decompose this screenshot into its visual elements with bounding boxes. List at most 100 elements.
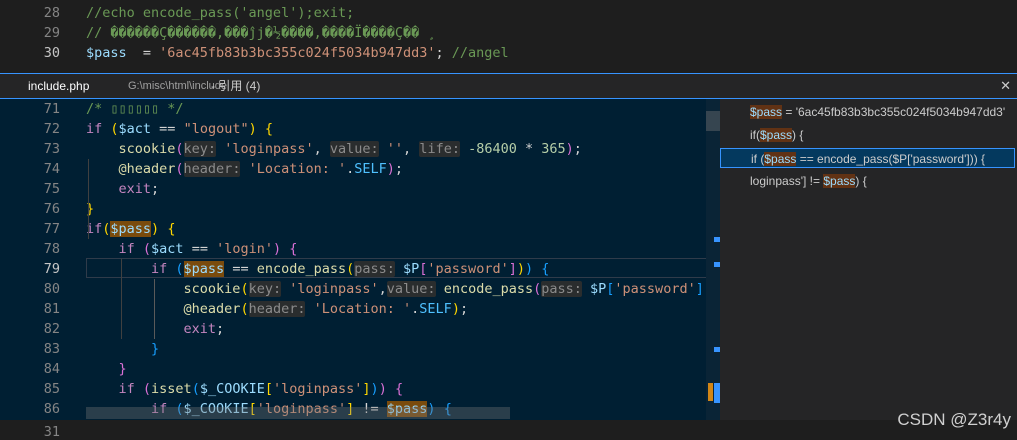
code-line[interactable]: if($pass) { [86,219,175,239]
code-token: } [86,361,127,377]
code-token: $act [118,121,152,137]
code-line[interactable]: @header(header: 'Location: '.SELF); [86,159,403,179]
code-token: , [313,141,330,157]
code-line[interactable]: // ������Ç������,���ĵj�½����,����Ï����Ç�… [86,23,436,43]
code-line[interactable]: //echo encode_pass('angel');exit; [86,3,354,23]
line-number: 74 [43,161,60,177]
code-token: value: [386,281,436,297]
code-token: isset [151,381,192,397]
code-token: , [403,141,420,157]
code-token: scookie [86,141,176,157]
code-token: //echo encode_pass('angel');exit; [86,5,355,21]
current-line-highlight [86,258,720,278]
line-number: 80 [43,281,60,297]
code-token: if [86,241,135,257]
code-line[interactable]: if ($act == 'login') { [86,239,298,259]
reference-text: loginpass'] != [750,174,824,188]
code-token: @header [86,161,176,177]
code-line[interactable]: @header(header: 'Location: '.SELF); [86,299,468,319]
editor-bottom[interactable]: 31 [0,420,1017,440]
code-token: ] [362,381,371,397]
code-token: { [281,241,298,257]
reference-item[interactable]: if($pass) { [720,125,1015,145]
peek-editor[interactable]: 71/* ▯▯▯▯▯▯ */72 if ($act == "logout") {7… [0,99,720,420]
code-token: value: [329,141,379,157]
line-number: 86 [43,401,60,417]
reference-item[interactable]: $pass = '6ac45fb83b3bc355c024f5034b947dd… [720,102,1015,122]
code-token: encode_pass [435,281,534,297]
code-token: { [256,121,273,137]
code-token: ( [240,301,249,317]
reference-match: $pass [764,152,797,166]
code-line[interactable]: exit; [86,179,160,199]
code-line[interactable]: if (isset($_COOKIE['loginpass'])) { [86,379,404,399]
close-icon[interactable]: ✕ [1000,74,1011,98]
line-number: 79 [43,261,60,277]
line-number: 29 [43,25,60,41]
search-match: $pass [110,221,152,237]
code-token: 'login' [216,241,273,257]
reference-text: = '6ac45fb83b3bc355c024f5034b947dd3' [782,105,1006,119]
code-token: life: [419,141,460,157]
peek-header: include.php G:\misc\html\include - 引用 (4… [0,74,1017,99]
code-token: ; [216,321,225,337]
code-token: ) [565,141,574,157]
line-number: 85 [43,381,60,397]
code-token: if [86,381,135,397]
code-line[interactable]: /* ▯▯▯▯▯▯ */ [86,99,184,119]
code-token: exit [86,321,217,337]
code-line[interactable]: if ($act == "logout") { [86,119,273,139]
horizontal-scrollbar[interactable] [86,407,510,419]
vertical-scrollbar[interactable] [706,99,720,420]
line-number: 71 [43,101,60,117]
line-number: 83 [43,341,60,357]
reference-match: $pass [750,105,783,119]
peek-references-list[interactable]: $pass = '6ac45fb83b3bc355c024f5034b947dd… [720,99,1017,420]
ruler-marker-match [708,383,713,401]
line-number: 78 [43,241,60,257]
line-number: 77 [43,221,60,237]
reference-text: ) { [855,174,867,188]
code-token: $pass [86,45,127,61]
line-number: 76 [43,201,60,217]
code-line[interactable]: exit; [86,319,225,339]
code-token: ] [695,281,704,297]
code-token: { [159,221,176,237]
reference-item[interactable]: loginpass'] != $pass) { [720,171,1015,191]
peek-file-name[interactable]: include.php [28,74,89,98]
code-token: '6ac45fb83b3bc355c024f5034b947dd3' [159,45,436,61]
code-token: 365 [541,141,566,157]
code-token: ; [151,181,160,197]
code-token: * [516,141,542,157]
code-token: ( [191,381,200,397]
line-number: 84 [43,361,60,377]
code-token: if [86,121,103,137]
reference-match: $pass [760,128,793,142]
code-line[interactable]: scookie(key: 'loginpass',value: encode_p… [86,279,720,299]
reference-item[interactable]: if ($pass == encode_pass($P['password'])… [720,148,1015,168]
line-number: 30 [43,45,60,61]
code-token: ) [451,301,460,317]
editor-top[interactable]: 28 //echo encode_pass('angel');exit; 29 // … [0,0,1017,73]
line-number: 82 [43,321,60,337]
code-token: } [86,341,160,357]
code-token: , [378,281,387,297]
code-token: header: [183,161,241,177]
indent-guide [121,259,122,339]
scrollbar-thumb[interactable] [706,111,720,131]
line-number: 72 [43,121,60,137]
code-token: 'Location: ' [305,301,412,317]
code-token: exit [86,181,152,197]
line-number: 81 [43,301,60,317]
code-line[interactable]: } [86,339,159,359]
code-token: == [151,121,184,137]
code-token: $_COOKIE [199,381,265,397]
code-token: ) [370,381,379,397]
code-line[interactable]: scookie(key: 'loginpass', value: '', lif… [86,139,582,159]
code-token: key: [248,281,282,297]
code-token: "logout" [183,121,249,137]
code-line[interactable]: $pass = '6ac45fb83b3bc355c024f5034b947dd… [86,43,509,63]
reference-text: == encode_pass($P['password'])) { [796,152,986,166]
indent-guide [88,159,89,239]
code-line[interactable]: } [86,359,127,379]
